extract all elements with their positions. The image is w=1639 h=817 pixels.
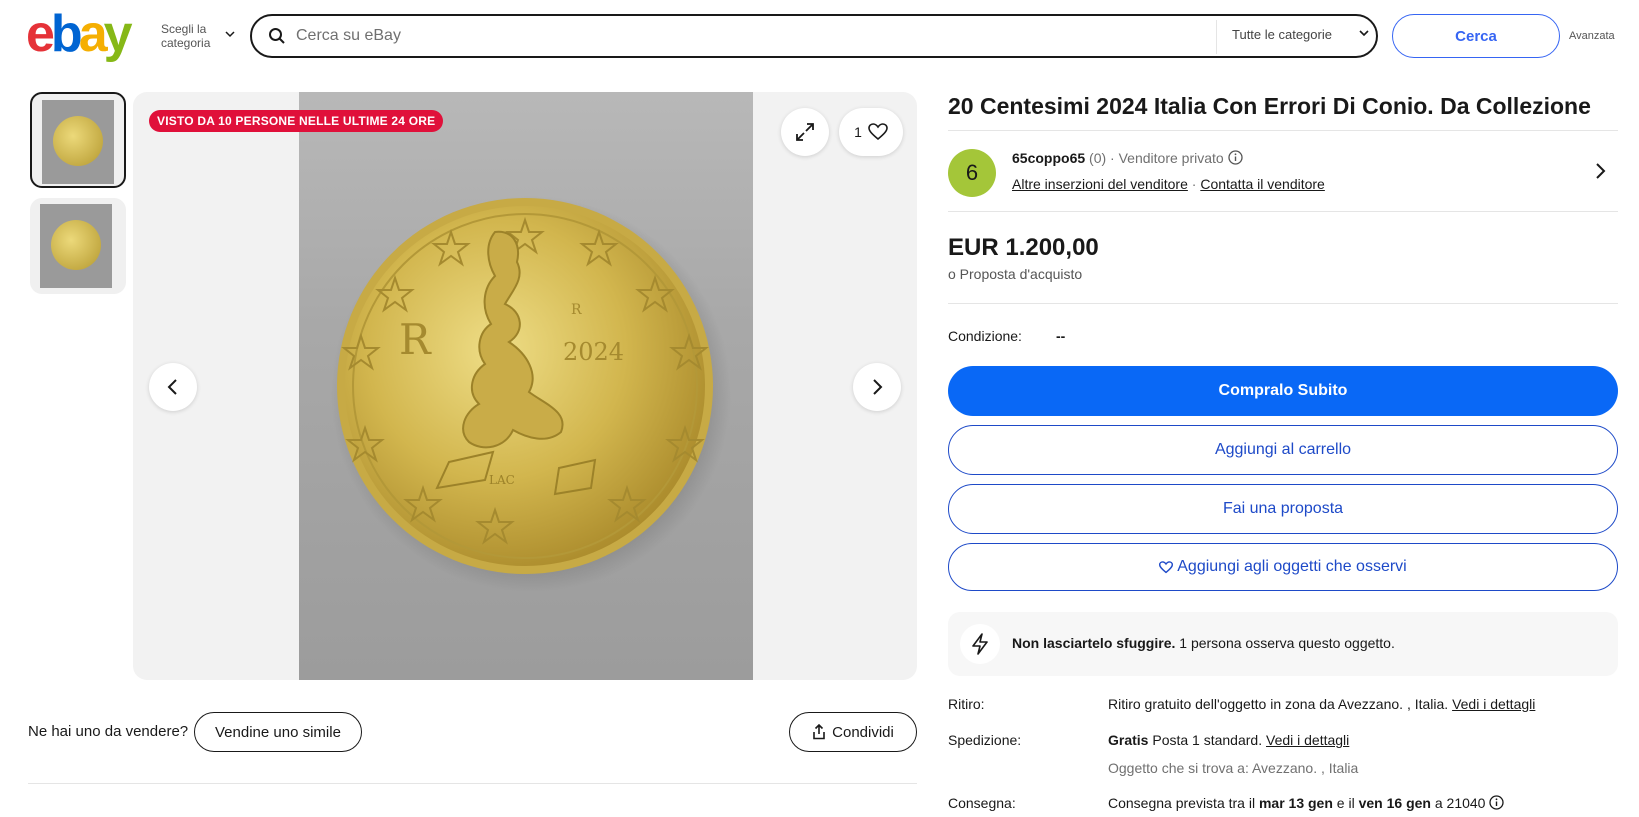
category-select[interactable]: Tutte le categorie	[1232, 27, 1332, 42]
urgency-text: 1 persona osserva questo oggetto.	[1179, 635, 1395, 651]
seller-info: 65coppo65 (0) · Venditore privato	[1012, 150, 1243, 166]
advanced-search-link[interactable]: Avanzata	[1569, 30, 1615, 42]
divider	[948, 130, 1618, 131]
share-button[interactable]: Condividi	[789, 712, 917, 752]
seller-links: Altre inserzioni del venditore · Contatt…	[1012, 176, 1325, 192]
other-listings-link[interactable]: Altre inserzioni del venditore	[1012, 176, 1188, 192]
coin-year: 2024	[563, 338, 624, 366]
svg-text:R: R	[399, 315, 432, 364]
delivery-date-end: ven 16 gen	[1358, 795, 1431, 811]
divider	[28, 783, 917, 784]
search-input[interactable]	[296, 24, 1156, 48]
shipping-value: Gratis Posta 1 standard. Vedi i dettagli	[1108, 732, 1349, 748]
sell-prompt: Ne hai uno da vendere?	[28, 723, 189, 740]
make-offer-button[interactable]: Fai una proposta	[948, 484, 1618, 534]
delivery-value: Consegna prevista tra il mar 13 gen e il…	[1108, 795, 1505, 811]
share-label: Condividi	[832, 723, 894, 741]
heart-icon	[1159, 560, 1174, 573]
category-picker-label: Scegli la categoria	[161, 22, 211, 50]
previous-image-button[interactable]	[149, 363, 197, 411]
contact-seller-link[interactable]: Contatta il venditore	[1200, 176, 1325, 192]
condition-label: Condizione:	[948, 328, 1022, 344]
search-button[interactable]: Cerca	[1392, 14, 1560, 58]
delivery-middle: e il	[1336, 795, 1355, 811]
next-image-button[interactable]	[853, 363, 901, 411]
search-bar: Tutte le categorie	[250, 14, 1378, 58]
seller-avatar[interactable]: 6	[948, 149, 996, 197]
chevron-down-icon	[225, 31, 235, 38]
price: EUR 1.200,00	[948, 234, 1099, 261]
chevron-right-icon[interactable]	[1594, 162, 1606, 180]
thumbnail-image	[40, 204, 112, 288]
category-picker-button[interactable]: Scegli la categoria	[161, 22, 239, 50]
logo-letter-y: y	[103, 5, 133, 63]
pickup-text: Ritiro gratuito dell'oggetto in zona da …	[1108, 696, 1449, 712]
watch-label: Aggiungi agli oggetti che osservi	[1177, 558, 1407, 575]
urgency-message: Non lasciartelo sfuggire. 1 persona osse…	[1012, 635, 1395, 651]
seller-link-separator: ·	[1191, 176, 1197, 192]
ebay-logo[interactable]: ebay	[26, 5, 133, 63]
thumbnail-2[interactable]	[30, 198, 126, 294]
shipping-label: Spedizione:	[948, 732, 1022, 748]
watch-count: 1	[854, 124, 862, 140]
sell-similar-button[interactable]: Vendine uno simile	[194, 712, 362, 752]
pickup-details-link[interactable]: Vedi i dettagli	[1452, 696, 1535, 712]
main-image-viewer[interactable]: R R 2024 LAC VISTO DA 10 PERSONE NELLE U…	[133, 92, 917, 680]
buy-now-button[interactable]: Compralo Subito	[948, 366, 1618, 416]
search-divider	[1216, 20, 1217, 54]
search-icon	[269, 28, 285, 44]
watch-count-button[interactable]: 1	[839, 108, 903, 156]
coin-image: R R 2024 LAC	[331, 196, 731, 592]
item-location: Oggetto che si trova a: Avezzano. , Ital…	[1108, 760, 1359, 776]
logo-letter-b: b	[50, 5, 83, 63]
svg-text:R: R	[571, 302, 582, 318]
expand-icon	[796, 123, 814, 141]
seller-separator: ·	[1110, 150, 1115, 166]
info-icon[interactable]	[1489, 795, 1505, 810]
share-icon	[813, 724, 825, 740]
delivery-suffix: a 21040	[1434, 795, 1486, 811]
divider	[948, 303, 1618, 304]
svg-text:LAC: LAC	[489, 473, 515, 487]
seller-feedback: (0)	[1089, 150, 1107, 166]
urgency-banner: Non lasciartelo sfuggire. 1 persona osse…	[948, 612, 1618, 676]
chevron-down-icon	[1359, 30, 1369, 37]
info-icon[interactable]	[1227, 150, 1243, 165]
thumbnail-1[interactable]	[30, 92, 126, 188]
logo-letter-e: e	[26, 5, 55, 63]
shipping-details-link[interactable]: Vedi i dettagli	[1266, 732, 1349, 748]
lightning-icon	[960, 624, 1000, 664]
coin-photo: R R 2024 LAC	[299, 92, 753, 680]
heart-icon	[868, 123, 888, 141]
chevron-right-icon	[873, 379, 883, 395]
condition-value: --	[1056, 328, 1066, 344]
pickup-value: Ritiro gratuito dell'oggetto in zona da …	[1108, 696, 1535, 712]
delivery-label: Consegna:	[948, 795, 1016, 811]
pickup-label: Ritiro:	[948, 696, 985, 712]
urgency-bold: Non lasciartelo sfuggire.	[1012, 635, 1176, 651]
shipping-service: Posta 1 standard.	[1152, 732, 1263, 748]
views-badge: VISTO DA 10 PERSONE NELLE ULTIME 24 ORE	[149, 110, 444, 132]
item-title: 20 Centesimi 2024 Italia Con Errori Di C…	[948, 93, 1591, 119]
delivery-date-start: mar 13 gen	[1258, 795, 1333, 811]
shipping-free: Gratis	[1108, 732, 1149, 748]
divider	[948, 211, 1618, 212]
seller-type: Venditore privato	[1118, 150, 1224, 166]
thumbnail-image	[42, 100, 114, 184]
seller-name[interactable]: 65coppo65	[1012, 150, 1085, 166]
chevron-left-icon	[167, 379, 177, 395]
delivery-prefix: Consegna prevista tra il	[1108, 795, 1256, 811]
expand-image-button[interactable]	[781, 108, 829, 156]
add-to-watchlist-button[interactable]: Aggiungi agli oggetti che osservi	[948, 543, 1618, 591]
add-to-cart-button[interactable]: Aggiungi al carrello	[948, 425, 1618, 475]
best-offer-note: o Proposta d'acquisto	[948, 266, 1083, 282]
logo-letter-a: a	[78, 5, 108, 63]
